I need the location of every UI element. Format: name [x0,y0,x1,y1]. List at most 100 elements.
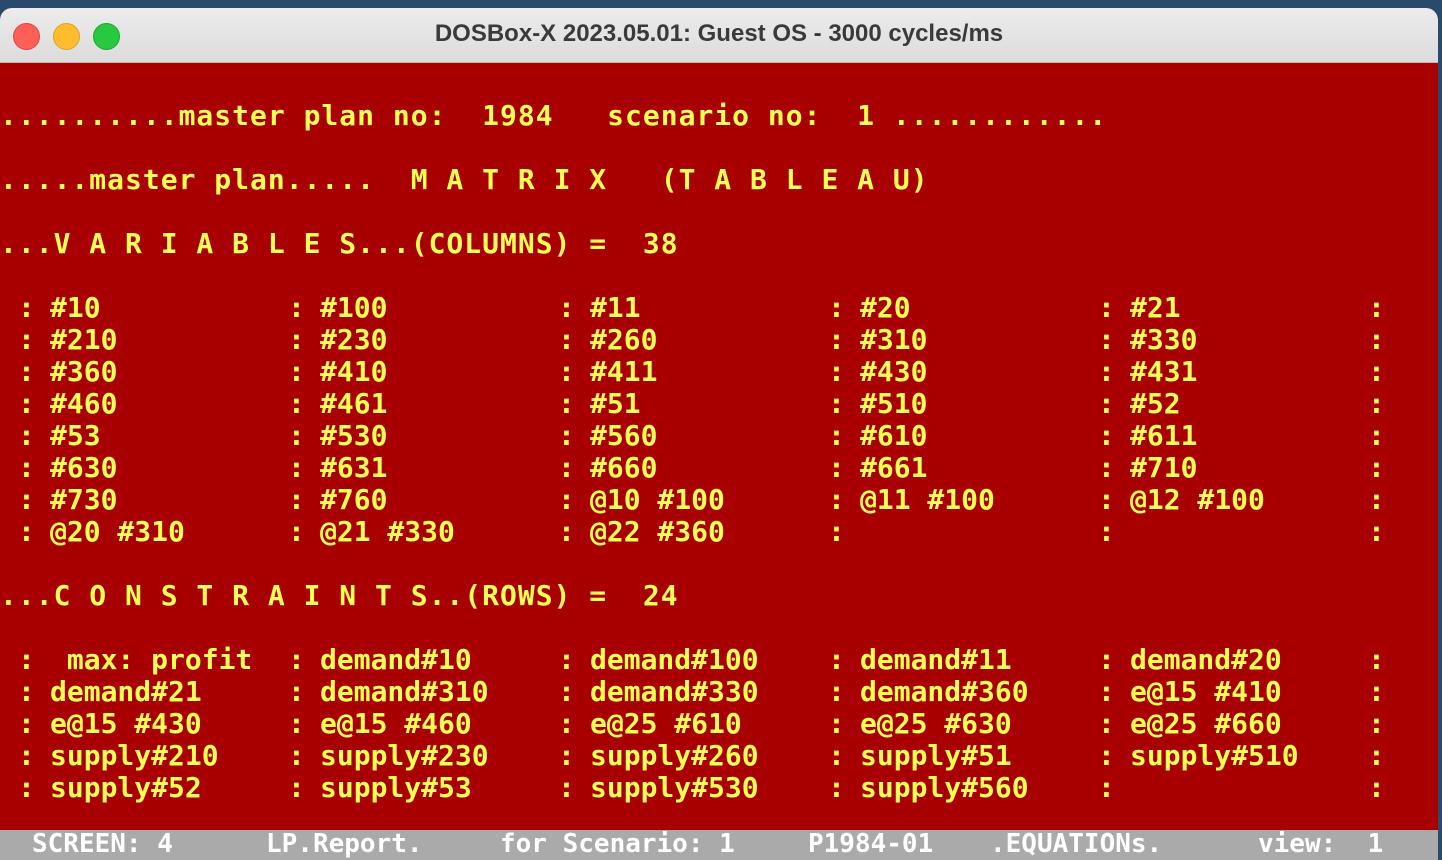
constraint-cell: e@25 #630 [860,707,1012,740]
constraint-separator: : [288,675,305,708]
constraint-cell: e@25 #610 [590,707,742,740]
variable-separator: : [1098,323,1115,356]
variable-cell: #460 [50,387,118,420]
variable-separator: : [1098,291,1115,324]
variable-separator: : [18,291,35,324]
constraint-separator: : [1098,675,1115,708]
variable-cell: #631 [320,451,388,484]
variable-cell: #730 [50,483,118,516]
variable-cell: @22 #360 [590,515,725,548]
variable-separator: : [288,515,305,548]
variable-cell: #100 [320,291,388,324]
variable-cell: #51 [590,387,641,420]
variable-separator: : [558,323,575,356]
title-bar[interactable]: DOSBox-X 2023.05.01: Guest OS - 3000 cyc… [0,8,1438,63]
constraint-separator: : [828,771,845,804]
status-plan: P1984-01 [808,829,934,859]
variable-cell: #230 [320,323,388,356]
variable-cell: #611 [1130,419,1198,452]
variable-separator: : [18,515,35,548]
dos-screen[interactable]: ..........master plan no: 1984 scenario … [0,63,1438,860]
status-screen: SCREEN: 4 [32,829,173,859]
constraint-cell: e@25 #660 [1130,707,1282,740]
variable-separator: : [1368,451,1385,484]
variable-separator: : [18,483,35,516]
constraint-cell: demand#310 [320,675,489,708]
constraint-cell: demand#100 [590,643,759,676]
constraint-separator: : [288,739,305,772]
variable-separator: : [1368,483,1385,516]
variable-separator: : [18,387,35,420]
variable-separator: : [1368,355,1385,388]
matrix-title: .....master plan..... M A T R I X (T A B… [0,163,929,196]
variable-cell: #530 [320,419,388,452]
status-bar: SCREEN: 4 LP.Report. for Scenario: 1 P19… [0,829,1438,860]
constraint-separator: : [558,739,575,772]
variable-cell: #20 [860,291,911,324]
variable-separator: : [828,323,845,356]
constraint-cell: supply#260 [590,739,759,772]
variable-separator: : [1098,419,1115,452]
constraint-cell: supply#52 [50,771,202,804]
variable-separator: : [1098,355,1115,388]
constraint-separator: : [558,771,575,804]
constraint-cell: supply#230 [320,739,489,772]
variables-count-line: ...V A R I A B L E S...(COLUMNS) = 38 [0,227,679,260]
constraint-separator: : [288,771,305,804]
variable-separator: : [1368,387,1385,420]
constraint-separator: : [1368,739,1385,772]
variable-separator: : [288,387,305,420]
status-view: view: 1 [1258,829,1384,859]
variable-separator: : [828,387,845,420]
variable-cell: @12 #100 [1130,483,1265,516]
constraint-cell: demand#10 [320,643,472,676]
variable-cell: #53 [50,419,101,452]
variable-cell: #710 [1130,451,1198,484]
variable-separator: : [558,483,575,516]
constraint-cell: supply#210 [50,739,219,772]
variable-separator: : [1368,291,1385,324]
constraint-separator: : [828,643,845,676]
variable-separator: : [828,355,845,388]
variable-cell: #210 [50,323,118,356]
variable-separator: : [1098,483,1115,516]
constraints-count-line: ...C O N S T R A I N T S..(ROWS) = 24 [0,579,679,612]
variable-cell: @10 #100 [590,483,725,516]
constraint-separator: : [558,707,575,740]
variable-separator: : [18,323,35,356]
constraint-cell: max: profit [50,643,253,676]
constraint-cell: supply#510 [1130,739,1299,772]
constraint-cell: demand#21 [50,675,202,708]
constraint-separator: : [558,675,575,708]
variable-cell: #430 [860,355,928,388]
variable-separator: : [288,355,305,388]
variable-separator: : [288,483,305,516]
variable-separator: : [828,291,845,324]
variable-cell: #510 [860,387,928,420]
variable-cell: @11 #100 [860,483,995,516]
constraint-separator: : [828,739,845,772]
variable-cell: #310 [860,323,928,356]
constraint-separator: : [1098,643,1115,676]
constraint-separator: : [1368,643,1385,676]
constraint-separator: : [18,739,35,772]
constraint-cell: e@15 #430 [50,707,202,740]
variable-separator: : [828,483,845,516]
variable-separator: : [288,451,305,484]
constraint-cell: demand#11 [860,643,1012,676]
master-plan-header: ..........master plan no: 1984 scenario … [0,99,1108,132]
constraint-cell: supply#560 [860,771,1029,804]
variable-separator: : [18,419,35,452]
window-title: DOSBox-X 2023.05.01: Guest OS - 3000 cyc… [434,20,1004,47]
status-scenario: for Scenario: 1 [500,829,735,859]
constraint-separator: : [1098,739,1115,772]
constraint-separator: : [828,675,845,708]
constraint-separator: : [558,643,575,676]
variable-separator: : [1098,451,1115,484]
constraint-separator: : [18,643,35,676]
variable-cell: #52 [1130,387,1181,420]
variable-cell: #660 [590,451,658,484]
variable-cell: #410 [320,355,388,388]
variable-separator: : [558,419,575,452]
variable-separator: : [1098,387,1115,420]
